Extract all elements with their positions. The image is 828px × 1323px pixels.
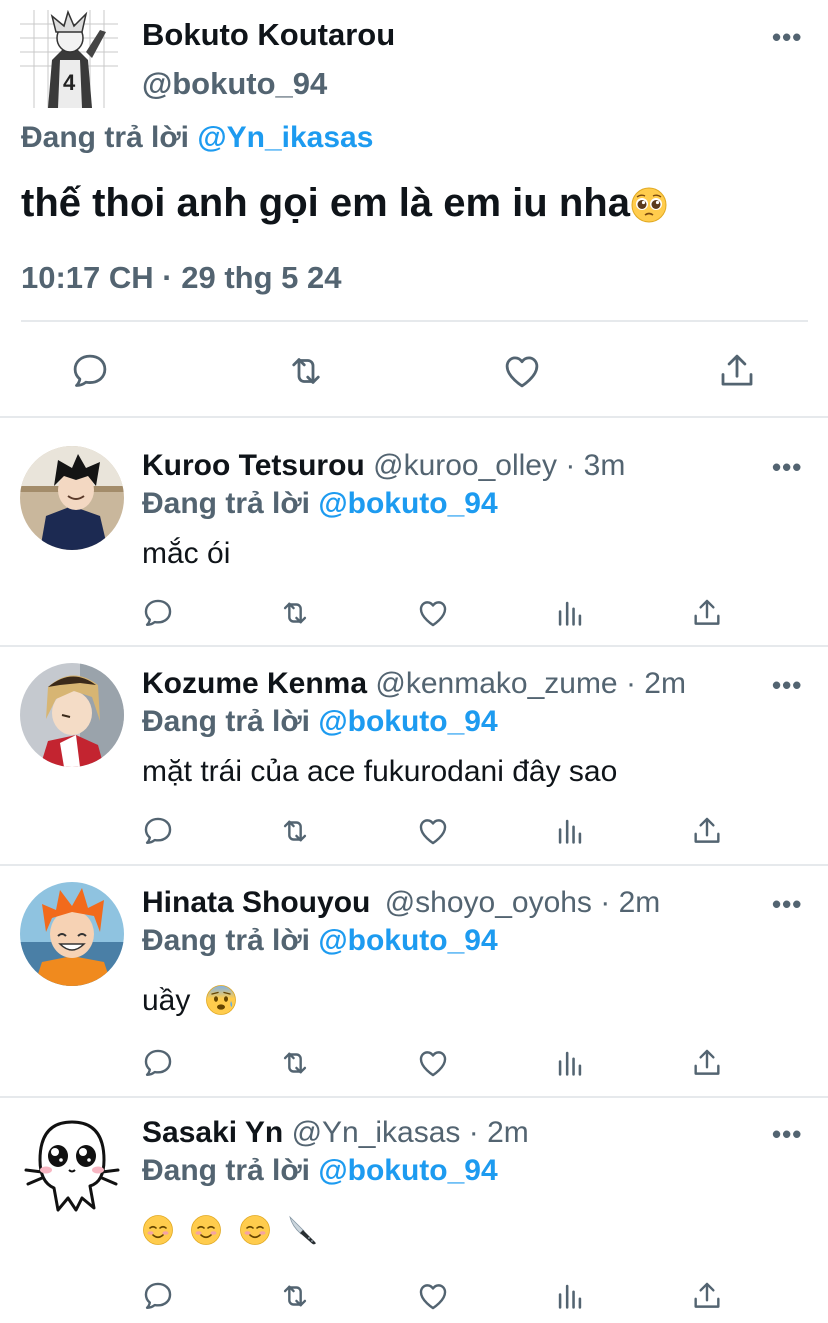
kitchen-knife-icon <box>287 1214 319 1246</box>
more-options-icon[interactable]: ••• <box>772 1119 802 1150</box>
replying-to: Đang trả lời @bokuto_94 <box>142 924 498 958</box>
reply-icon[interactable] <box>141 814 175 848</box>
reply-icon[interactable] <box>141 596 175 630</box>
reply-tweet[interactable]: Kozume Kenma @kenmako_zume · 2m ••• Đang… <box>0 647 828 864</box>
reply-icon[interactable] <box>69 350 111 392</box>
share-icon[interactable] <box>690 814 724 848</box>
reply-text: mắc ói <box>142 537 231 570</box>
replying-mention-link[interactable]: @Yn_ikasas <box>197 121 373 154</box>
replying-mention-link[interactable]: @bokuto_94 <box>318 1154 497 1187</box>
tweet-text-content: thế thoi anh gọi em là em iu nha <box>21 181 630 225</box>
author-handle[interactable]: @bokuto_94 <box>142 66 327 102</box>
main-tweet: 4 Bokuto Koutarou @bokuto_94 ••• Đang tr… <box>0 0 828 418</box>
like-icon[interactable] <box>416 1279 450 1313</box>
smiling-face-icon <box>190 1214 222 1246</box>
reply-text-row: uầy <box>142 984 237 1018</box>
retweet-icon[interactable] <box>285 350 327 392</box>
replying-prefix: Đang trả lời <box>21 121 190 154</box>
more-options-icon[interactable]: ••• <box>772 22 802 53</box>
replying-mention-link[interactable]: @bokuto_94 <box>318 705 497 738</box>
pleading-face-icon <box>630 186 668 224</box>
author-handle[interactable]: @Yn_ikasas · 2m <box>292 1116 529 1149</box>
reply-icon[interactable] <box>141 1279 175 1313</box>
author-name[interactable]: Sasaki Yn <box>142 1116 283 1149</box>
avatar[interactable]: 4 <box>20 10 118 108</box>
author-handle[interactable]: @shoyo_oyohs · 2m <box>385 886 661 919</box>
reply-header: Kuroo Tetsurou @kuroo_olley · 3m <box>142 449 625 483</box>
reply-header: Kozume Kenma @kenmako_zume · 2m <box>142 667 686 701</box>
replying-mention-link[interactable]: @bokuto_94 <box>318 924 497 957</box>
reply-tweet[interactable]: Kuroo Tetsurou @kuroo_olley · 3m ••• Đan… <box>0 418 828 645</box>
more-options-icon[interactable]: ••• <box>772 670 802 701</box>
like-icon[interactable] <box>416 596 450 630</box>
reply-header: Sasaki Yn @Yn_ikasas · 2m <box>142 1116 529 1150</box>
like-icon[interactable] <box>416 1046 450 1080</box>
retweet-icon[interactable] <box>278 1279 312 1313</box>
retweet-icon[interactable] <box>278 1046 312 1080</box>
divider <box>21 320 808 322</box>
author-name[interactable]: Hinata Shouyou <box>142 886 370 919</box>
views-icon[interactable] <box>553 596 587 630</box>
share-icon[interactable] <box>690 1279 724 1313</box>
replying-mention-link[interactable]: @bokuto_94 <box>318 487 497 520</box>
like-icon[interactable] <box>501 350 543 392</box>
author-handle[interactable]: @kenmako_zume · 2m <box>375 667 686 700</box>
tweet-timestamp[interactable]: 10:17 CH · 29 thg 5 24 <box>21 260 341 296</box>
author-name[interactable]: Kozume Kenma <box>142 667 367 700</box>
views-icon[interactable] <box>553 1279 587 1313</box>
author-handle[interactable]: @kuroo_olley · 3m <box>373 449 625 482</box>
replying-to: Đang trả lời @bokuto_94 <box>142 487 498 521</box>
author-name[interactable]: Bokuto Koutarou <box>142 17 395 53</box>
more-options-icon[interactable]: ••• <box>772 889 802 920</box>
more-options-icon[interactable]: ••• <box>772 452 802 483</box>
share-icon[interactable] <box>690 596 724 630</box>
replying-prefix: Đang trả lời <box>142 924 311 957</box>
reply-icon[interactable] <box>141 1046 175 1080</box>
retweet-icon[interactable] <box>278 814 312 848</box>
author-name[interactable]: Kuroo Tetsurou <box>142 449 365 482</box>
share-icon[interactable] <box>690 1046 724 1080</box>
views-icon[interactable] <box>553 814 587 848</box>
replying-to: Đang trả lời @bokuto_94 <box>142 1154 498 1188</box>
tweet-text: thế thoi anh gọi em là em iu nha <box>21 181 668 226</box>
replying-to: Đang trả lời @Yn_ikasas <box>21 121 373 155</box>
reply-text: mặt trái của ace fukurodani đây sao <box>142 755 618 788</box>
retweet-icon[interactable] <box>278 596 312 630</box>
replying-prefix: Đang trả lời <box>142 1154 311 1187</box>
avatar[interactable] <box>20 446 124 550</box>
reply-text: uầy <box>142 984 191 1017</box>
avatar[interactable] <box>20 663 124 767</box>
replying-prefix: Đang trả lời <box>142 487 311 520</box>
like-icon[interactable] <box>416 814 450 848</box>
views-icon[interactable] <box>553 1046 587 1080</box>
share-icon[interactable] <box>716 350 758 392</box>
replying-prefix: Đang trả lời <box>142 705 311 738</box>
svg-text:4: 4 <box>63 70 76 95</box>
reply-header: Hinata Shouyou @shoyo_oyohs · 2m <box>142 886 660 920</box>
avatar[interactable] <box>20 882 124 986</box>
anxious-face-icon <box>205 984 237 1016</box>
reply-emojis <box>142 1212 319 1246</box>
smiling-face-icon <box>239 1214 271 1246</box>
smiling-face-icon <box>142 1214 174 1246</box>
reply-tweet[interactable]: Sasaki Yn @Yn_ikasas · 2m ••• Đang trả l… <box>0 1098 828 1323</box>
avatar[interactable] <box>20 1112 124 1216</box>
replying-to: Đang trả lời @bokuto_94 <box>142 705 498 739</box>
reply-tweet[interactable]: Hinata Shouyou @shoyo_oyohs · 2m ••• Đan… <box>0 866 828 1096</box>
